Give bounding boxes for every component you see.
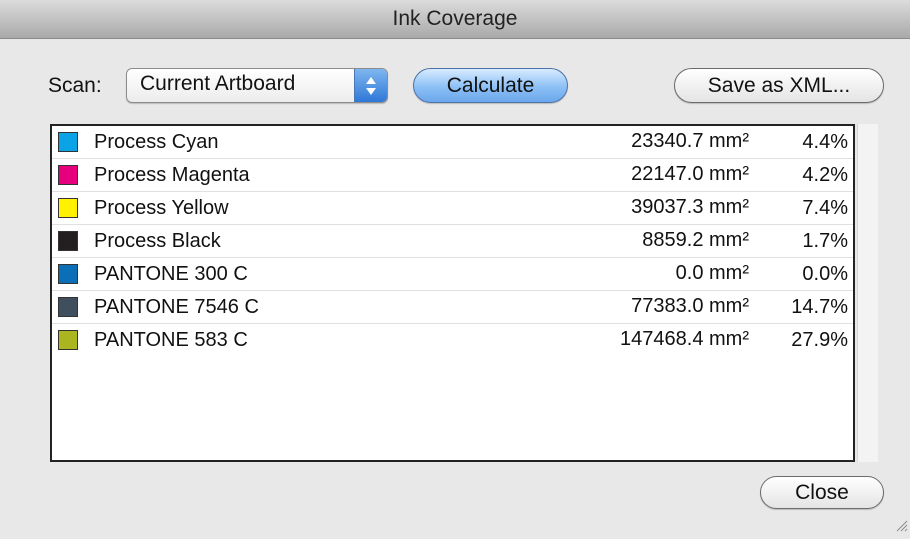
ink-row[interactable]: Process Black 8859.2 mm² 1.7% <box>52 225 853 258</box>
ink-area: 77383.0 mm² <box>631 295 749 317</box>
ink-area: 22147.0 mm² <box>631 163 749 185</box>
window-title: Ink Coverage <box>0 0 910 39</box>
ink-row[interactable]: Process Yellow 39037.3 mm² 7.4% <box>52 192 853 225</box>
save-as-xml-button[interactable]: Save as XML... <box>674 68 884 103</box>
ink-area: 8859.2 mm² <box>642 229 749 251</box>
ink-area: 39037.3 mm² <box>631 196 749 218</box>
ink-name: PANTONE 300 C <box>94 263 248 285</box>
close-button[interactable]: Close <box>760 476 884 509</box>
scan-select[interactable]: Current Artboard <box>126 68 388 103</box>
color-swatch <box>58 198 78 218</box>
ink-area: 147468.4 mm² <box>620 328 749 350</box>
ink-name: Process Cyan <box>94 131 219 153</box>
ink-row[interactable]: Process Cyan 23340.7 mm² 4.4% <box>52 126 853 159</box>
ink-area: 0.0 mm² <box>675 262 749 284</box>
ink-row[interactable]: PANTONE 583 C 147468.4 mm² 27.9% <box>52 324 853 356</box>
up-down-arrows-icon <box>354 69 387 102</box>
ink-row[interactable]: PANTONE 300 C 0.0 mm² 0.0% <box>52 258 853 291</box>
ink-coverage-window: Ink Coverage Scan: Current Artboard Calc… <box>0 0 910 539</box>
ink-row[interactable]: PANTONE 7546 C 77383.0 mm² 14.7% <box>52 291 853 324</box>
ink-percent: 7.4% <box>802 197 848 219</box>
ink-list[interactable]: Process Cyan 23340.7 mm² 4.4% Process Ma… <box>50 124 855 462</box>
scan-label: Scan: <box>48 74 102 97</box>
ink-percent: 27.9% <box>791 329 848 351</box>
list-scrollbar[interactable] <box>857 124 878 462</box>
resize-grip-icon[interactable] <box>894 518 908 537</box>
ink-percent: 4.4% <box>802 131 848 153</box>
ink-percent: 14.7% <box>791 296 848 318</box>
color-swatch <box>58 264 78 284</box>
ink-percent: 4.2% <box>802 164 848 186</box>
color-swatch <box>58 165 78 185</box>
scan-select-value: Current Artboard <box>140 72 296 95</box>
ink-name: PANTONE 7546 C <box>94 296 259 318</box>
ink-percent: 1.7% <box>802 230 848 252</box>
color-swatch <box>58 330 78 350</box>
color-swatch <box>58 132 78 152</box>
calculate-button[interactable]: Calculate <box>413 68 568 103</box>
ink-name: Process Magenta <box>94 164 250 186</box>
ink-name: Process Black <box>94 230 221 252</box>
ink-percent: 0.0% <box>802 263 848 285</box>
ink-area: 23340.7 mm² <box>631 130 749 152</box>
ink-name: Process Yellow <box>94 197 229 219</box>
ink-name: PANTONE 583 C <box>94 329 248 351</box>
ink-row[interactable]: Process Magenta 22147.0 mm² 4.2% <box>52 159 853 192</box>
color-swatch <box>58 231 78 251</box>
color-swatch <box>58 297 78 317</box>
